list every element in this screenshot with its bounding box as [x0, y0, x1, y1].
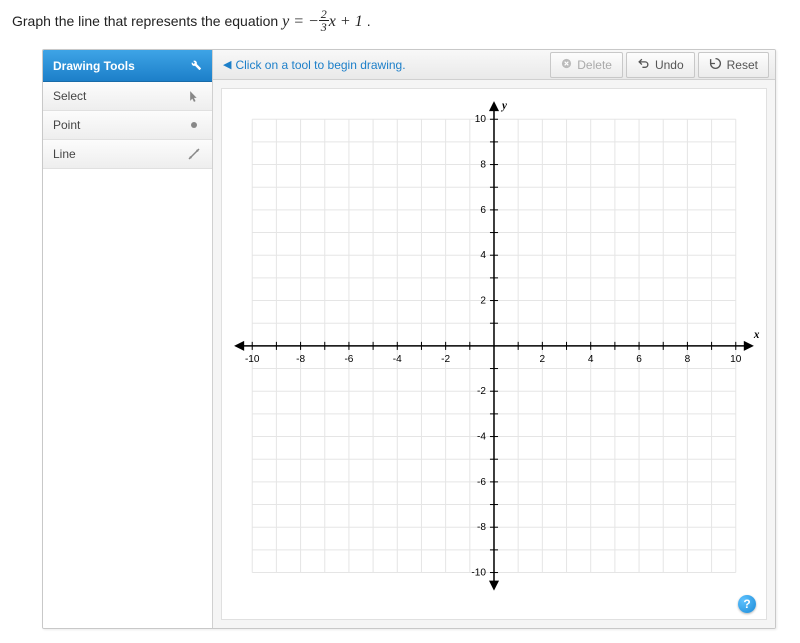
sidebar-title: Drawing Tools — [53, 59, 135, 73]
tool-point[interactable]: Point — [43, 111, 212, 140]
svg-text:-4: -4 — [477, 432, 486, 443]
svg-text:-6: -6 — [477, 477, 486, 488]
help-button[interactable]: ? — [738, 595, 756, 613]
tool-line[interactable]: Line — [43, 140, 212, 169]
question-prompt: Graph the line that represents the equat… — [0, 0, 800, 43]
coordinate-grid: -10 -8 -6 -4 -2 2 4 6 8 10 -10 -8 -6 -4 -2 2 4 6 8 10 x y — [222, 89, 766, 603]
delete-icon — [561, 58, 572, 72]
reset-icon — [709, 57, 722, 73]
hint-arrow-icon: ◀ — [223, 58, 231, 71]
wrench-icon — [188, 57, 202, 74]
tool-label: Line — [53, 147, 76, 161]
svg-text:-4: -4 — [393, 354, 402, 365]
svg-text:6: 6 — [480, 205, 486, 216]
toolbar: ◀ Click on a tool to begin drawing. Dele… — [213, 50, 775, 80]
graphing-widget: Drawing Tools Select Point Line — [42, 49, 776, 629]
svg-text:-10: -10 — [471, 568, 486, 579]
svg-text:-6: -6 — [344, 354, 353, 365]
svg-text:4: 4 — [480, 250, 486, 261]
svg-text:4: 4 — [588, 354, 594, 365]
svg-text:-10: -10 — [245, 354, 260, 365]
main-panel: ◀ Click on a tool to begin drawing. Dele… — [213, 50, 775, 628]
svg-text:10: 10 — [730, 354, 742, 365]
svg-text:2: 2 — [480, 296, 486, 307]
svg-text:8: 8 — [480, 160, 486, 171]
svg-text:10: 10 — [475, 114, 487, 125]
svg-text:6: 6 — [636, 354, 642, 365]
delete-button[interactable]: Delete — [550, 52, 623, 78]
tool-label: Select — [53, 89, 86, 103]
svg-text:x: x — [753, 329, 760, 341]
svg-text:-8: -8 — [477, 522, 486, 533]
svg-text:-2: -2 — [441, 354, 450, 365]
reset-button[interactable]: Reset — [698, 52, 769, 78]
equation: y = −23x + 1 — [282, 13, 367, 30]
point-icon — [186, 117, 202, 133]
tool-label: Point — [53, 118, 80, 132]
tool-select[interactable]: Select — [43, 82, 212, 111]
toolbar-hint: ◀ Click on a tool to begin drawing. — [219, 58, 543, 72]
sidebar: Drawing Tools Select Point Line — [43, 50, 213, 628]
prompt-text: Graph the line that represents the equat… — [12, 13, 282, 29]
graph-canvas[interactable]: -10 -8 -6 -4 -2 2 4 6 8 10 -10 -8 -6 -4 -2 2 4 6 8 10 x y ? — [221, 88, 767, 620]
svg-text:8: 8 — [685, 354, 691, 365]
toolbar-buttons: Delete Undo Reset — [547, 52, 769, 78]
svg-text:-8: -8 — [296, 354, 305, 365]
line-icon — [186, 146, 202, 162]
cursor-icon — [186, 88, 202, 104]
sidebar-header: Drawing Tools — [43, 50, 212, 82]
undo-button[interactable]: Undo — [626, 52, 695, 78]
undo-icon — [637, 57, 650, 73]
svg-text:2: 2 — [540, 354, 546, 365]
svg-text:y: y — [500, 100, 507, 112]
svg-text:-2: -2 — [477, 386, 486, 397]
